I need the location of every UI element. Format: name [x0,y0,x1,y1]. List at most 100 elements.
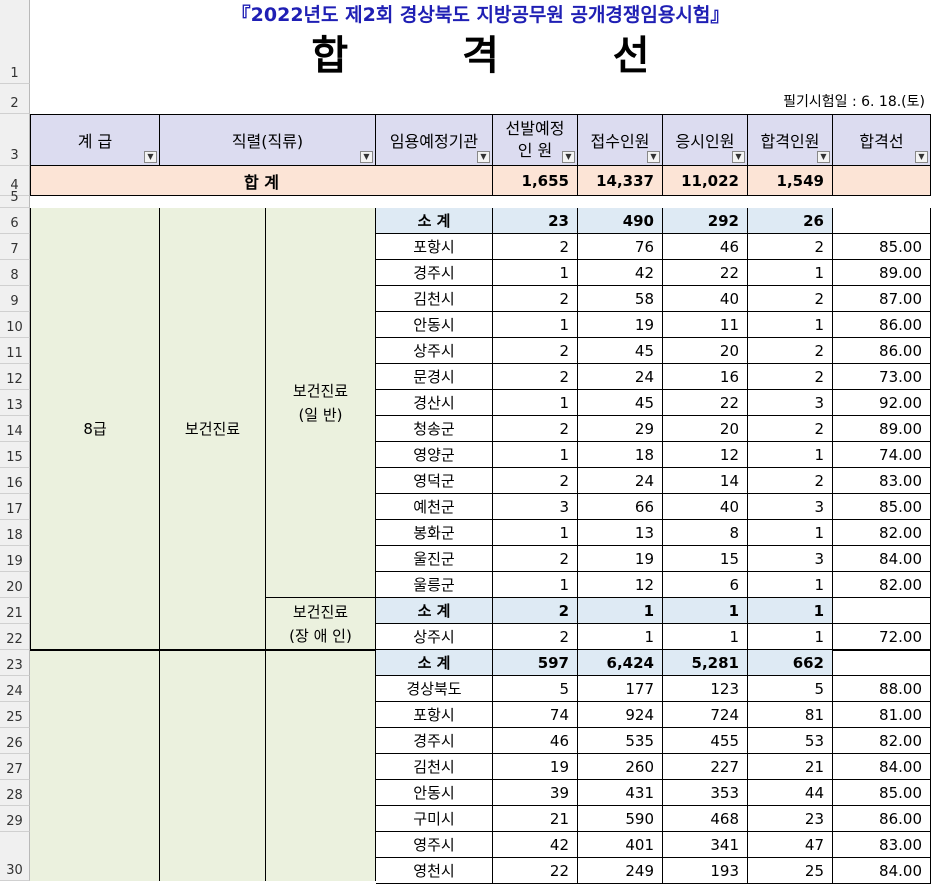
row-header[interactable]: 16 [0,468,30,494]
applied-cell: 19 [578,546,663,572]
planned-cell: 5 [493,676,578,702]
planned-cell: 42 [493,832,578,858]
row-header[interactable]: 12 [0,364,30,390]
tested-cell: 40 [663,494,748,520]
row-header[interactable]: 13 [0,390,30,416]
agency-cell: 포항시 [376,234,493,260]
total-tested: 11,022 [663,166,748,196]
row-header[interactable]: 14 [0,416,30,442]
tested-cell: 15 [663,546,748,572]
applied-cell: 24 [578,364,663,390]
applied-cell: 66 [578,494,663,520]
applied-cell: 590 [578,806,663,832]
filter-dropdown-icon[interactable]: ▼ [915,151,928,163]
row-header[interactable]: 1 [0,0,30,84]
applied-cell: 490 [578,208,663,234]
agency-cell: 경상북도 [376,676,493,702]
filter-dropdown-icon[interactable]: ▼ [144,151,157,163]
cutoff-cell: 89.00 [833,416,931,442]
row-header[interactable]: 3 [0,114,30,166]
tested-cell: 468 [663,806,748,832]
cutoff-cell: 73.00 [833,364,931,390]
cutoff-cell: 84.00 [833,546,931,572]
row-header[interactable]: 30 [0,832,30,881]
tested-cell: 22 [663,260,748,286]
sheet-heading: 합 격 선 [311,33,700,79]
filter-dropdown-icon[interactable]: ▼ [817,151,830,163]
cutoff-cell: 72.00 [833,624,931,650]
row-header[interactable]: 28 [0,780,30,806]
spreadsheet: 『2022년도 제2회 경상북도 지방공무원 공개경쟁임용시험』 합 격 선 필… [0,0,931,884]
row-header[interactable]: 25 [0,702,30,728]
total-cutoff [833,166,931,196]
agency-cell: 안동시 [376,780,493,806]
tested-cell: 292 [663,208,748,234]
row-header[interactable]: 7 [0,234,30,260]
subtotal-label: 소 계 [376,598,493,624]
row-header[interactable]: 18 [0,520,30,546]
tested-cell: 16 [663,364,748,390]
cutoff-cell [833,208,931,234]
passed-cell: 2 [748,468,833,494]
filter-dropdown-icon[interactable]: ▼ [647,151,660,163]
subseries-general-line2: (일 반) [298,405,343,424]
row-header[interactable]: 26 [0,728,30,754]
applied-cell: 1 [578,624,663,650]
passed-cell: 662 [748,650,833,676]
filter-dropdown-icon[interactable]: ▼ [562,151,575,163]
row-header[interactable]: 22 [0,624,30,650]
tested-cell: 227 [663,754,748,780]
tested-cell: 455 [663,728,748,754]
planned-cell: 2 [493,364,578,390]
agency-cell: 영주시 [376,832,493,858]
row-header[interactable]: 5 [0,190,30,208]
tested-cell: 22 [663,390,748,416]
filter-dropdown-icon[interactable]: ▼ [732,151,745,163]
row-header[interactable]: 9 [0,286,30,312]
subseries-disabled-line1: 보건진료 [292,602,349,621]
row-header[interactable]: 27 [0,754,30,780]
cutoff-cell: 89.00 [833,260,931,286]
passed-cell: 3 [748,494,833,520]
passed-cell: 1 [748,442,833,468]
planned-cell: 1 [493,260,578,286]
filter-dropdown-icon[interactable]: ▼ [360,151,373,163]
cutoff-cell: 83.00 [833,468,931,494]
agency-cell: 김천시 [376,754,493,780]
applied-cell: 29 [578,416,663,442]
cutoff-cell: 84.00 [833,754,931,780]
row-header[interactable]: 6 [0,208,30,234]
row-header[interactable]: 21 [0,598,30,624]
row-header[interactable]: 2 [0,84,30,114]
cutoff-cell: 82.00 [833,520,931,546]
planned-cell: 2 [493,468,578,494]
grade-cell-2 [30,650,160,881]
row-header[interactable]: 29 [0,806,30,832]
tested-cell: 1 [663,624,748,650]
tested-cell: 724 [663,702,748,728]
tested-cell: 46 [663,234,748,260]
applied-cell: 431 [578,780,663,806]
cutoff-cell: 85.00 [833,780,931,806]
filter-dropdown-icon[interactable]: ▼ [477,151,490,163]
applied-cell: 19 [578,312,663,338]
row-header[interactable]: 8 [0,260,30,286]
agency-cell: 상주시 [376,624,493,650]
row-header[interactable]: 15 [0,442,30,468]
agency-cell: 경주시 [376,260,493,286]
row-header[interactable]: 24 [0,676,30,702]
row-header[interactable]: 19 [0,546,30,572]
planned-cell: 2 [493,338,578,364]
header-cutoff: 합격선 ▼ [833,114,931,166]
row-header[interactable]: 10 [0,312,30,338]
header-grade: 계 급 ▼ [30,114,160,166]
agency-cell: 영덕군 [376,468,493,494]
row-header[interactable]: 23 [0,650,30,676]
planned-cell: 2 [493,598,578,624]
planned-cell: 21 [493,806,578,832]
passed-cell: 1 [748,260,833,286]
row-header[interactable]: 17 [0,494,30,520]
passed-cell: 26 [748,208,833,234]
row-header[interactable]: 11 [0,338,30,364]
row-header[interactable]: 20 [0,572,30,598]
